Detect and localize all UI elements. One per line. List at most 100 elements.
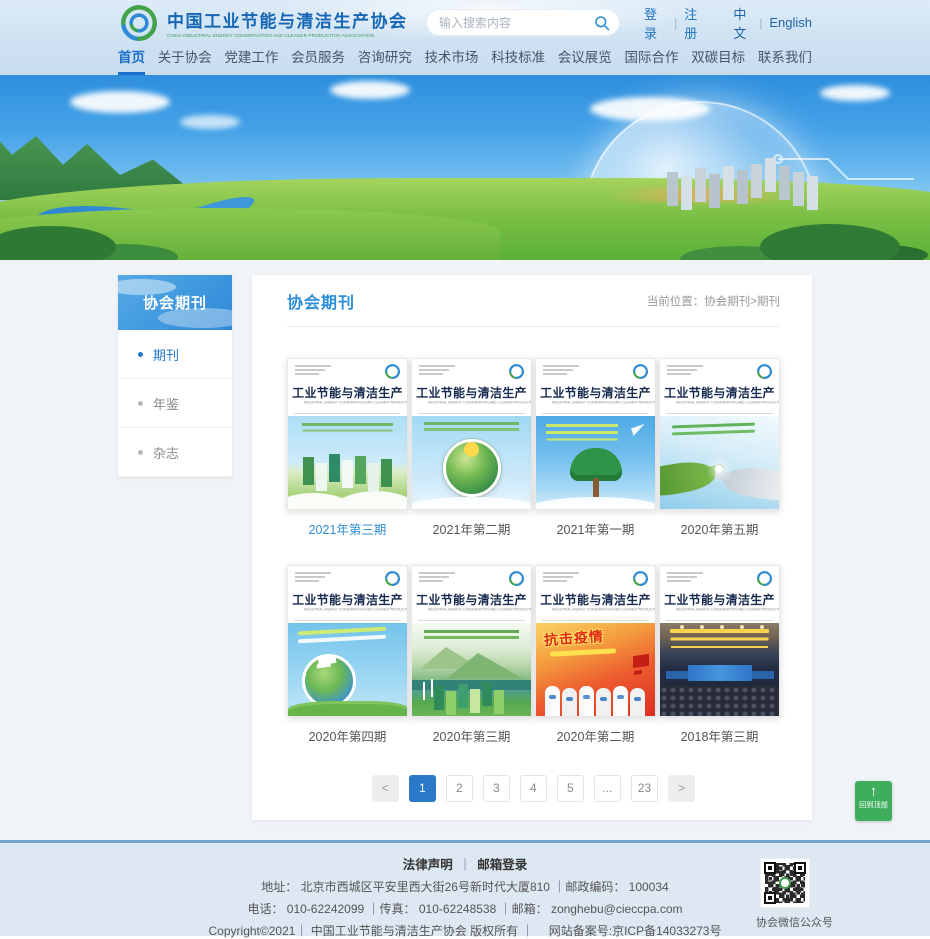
journal-cover-1[interactable]: 工业节能与清洁生产 INDUSTRIAL ENERGY CONSERVATION…	[411, 358, 532, 510]
journal-caption-0[interactable]: 2021年第三期	[287, 519, 408, 538]
cover-overlay-text: 抗击疫情	[543, 626, 604, 650]
pagination-page-23[interactable]: 23	[631, 775, 658, 802]
site-logo[interactable]: 中国工业节能与清洁生产协会 CHINA INDUSTRIAL ENERGY CO…	[118, 2, 426, 44]
journal-caption-1[interactable]: 2021年第二期	[411, 519, 532, 538]
back-to-top-label: 回到顶部	[857, 801, 890, 811]
cover-header: 工业节能与清洁生产 INDUSTRIAL ENERGY CONSERVATION…	[536, 359, 655, 416]
arrow-up-icon: ↑	[855, 784, 892, 800]
journal-cover-4[interactable]: 工业节能与清洁生产 INDUSTRIAL ENERGY CONSERVATION…	[287, 565, 408, 717]
pagination-page-1[interactable]: 1	[409, 775, 436, 802]
cover-art	[536, 416, 655, 509]
sidebar-item-2[interactable]: 杂志	[118, 428, 232, 477]
search-bar[interactable]	[426, 9, 620, 36]
cover-meta-lines	[667, 572, 703, 584]
search-icon[interactable]	[594, 15, 610, 31]
back-to-top-button[interactable]: ↑ 回到顶部	[855, 781, 892, 821]
cloud-shape	[180, 115, 240, 129]
journal-caption-6[interactable]: 2020年第二期	[535, 726, 656, 745]
cover-art: 抗击疫情	[536, 623, 655, 716]
cover-art	[412, 623, 531, 716]
cover-subtitle: INDUSTRIAL ENERGY CONSERVATION AND CLEAN…	[304, 401, 391, 404]
nav-item-8[interactable]: 国际合作	[625, 47, 679, 75]
journal-card-7: 工业节能与清洁生产 INDUSTRIAL ENERGY CONSERVATION…	[659, 565, 780, 745]
journal-caption-4[interactable]: 2020年第四期	[287, 726, 408, 745]
separator: ｜	[459, 858, 472, 872]
nav-item-10[interactable]: 联系我们	[758, 47, 812, 75]
cover-header: 工业节能与清洁生产 INDUSTRIAL ENERGY CONSERVATION…	[412, 566, 531, 623]
cover-header: 工业节能与清洁生产 INDUSTRIAL ENERGY CONSERVATION…	[288, 359, 407, 416]
pagination-next[interactable]: >	[668, 775, 695, 802]
cover-art	[288, 416, 407, 509]
journal-caption-5[interactable]: 2020年第三期	[411, 726, 532, 745]
journal-cover-2[interactable]: 工业节能与清洁生产 INDUSTRIAL ENERGY CONSERVATION…	[535, 358, 656, 510]
cover-title: 工业节能与清洁生产	[536, 591, 655, 608]
lang-en-link[interactable]: English	[769, 15, 812, 30]
journal-caption-7[interactable]: 2018年第三期	[659, 726, 780, 745]
pagination-page-2[interactable]: 2	[446, 775, 473, 802]
sidebar: 协会期刊 期刊年鉴杂志	[118, 275, 232, 477]
login-link[interactable]: 登录	[644, 4, 667, 42]
cover-subtitle: INDUSTRIAL ENERGY CONSERVATION AND CLEAN…	[676, 401, 763, 404]
journal-cover-7[interactable]: 工业节能与清洁生产 INDUSTRIAL ENERGY CONSERVATION…	[659, 565, 780, 717]
page-title: 协会期刊	[287, 289, 355, 313]
journal-card-1: 工业节能与清洁生产 INDUSTRIAL ENERGY CONSERVATION…	[411, 358, 532, 538]
cloud-shape	[330, 81, 410, 99]
nav-item-7[interactable]: 会议展览	[558, 47, 612, 75]
nav-item-0[interactable]: 首页	[118, 47, 145, 75]
cover-meta-lines	[667, 365, 703, 377]
journal-cover-3[interactable]: 工业节能与清洁生产 INDUSTRIAL ENERGY CONSERVATION…	[659, 358, 780, 510]
pagination-prev[interactable]: <	[372, 775, 399, 802]
nav-item-2[interactable]: 党建工作	[224, 47, 278, 75]
association-logo-icon	[508, 363, 525, 380]
journal-card-6: 工业节能与清洁生产 INDUSTRIAL ENERGY CONSERVATION…	[535, 565, 656, 745]
association-logo-icon	[632, 570, 649, 587]
sidebar-item-label: 杂志	[153, 443, 179, 462]
footer-link-mail-login[interactable]: 邮箱登录	[477, 858, 527, 872]
nav-item-6[interactable]: 科技标准	[491, 47, 545, 75]
cover-meta-lines	[295, 572, 331, 584]
sidebar-item-1[interactable]: 年鉴	[118, 379, 232, 428]
cover-subtitle: INDUSTRIAL ENERGY CONSERVATION AND CLEAN…	[552, 401, 639, 404]
main-content: 协会期刊 期刊年鉴杂志 协会期刊 当前位置：协会期刊>期刊 工业节能与清洁生产 …	[0, 260, 930, 840]
pagination-page-5[interactable]: 5	[557, 775, 584, 802]
sidebar-menu: 期刊年鉴杂志	[118, 330, 232, 477]
register-link[interactable]: 注册	[684, 4, 707, 42]
journal-caption-2[interactable]: 2021年第一期	[535, 519, 656, 538]
journal-cover-0[interactable]: 工业节能与清洁生产 INDUSTRIAL ENERGY CONSERVATION…	[287, 358, 408, 510]
cover-title: 工业节能与清洁生产	[288, 384, 407, 401]
nav-item-1[interactable]: 关于协会	[158, 47, 212, 75]
qr-center-logo-icon	[779, 877, 791, 889]
cover-header: 工业节能与清洁生产 INDUSTRIAL ENERGY CONSERVATION…	[536, 566, 655, 623]
association-logo-icon	[756, 570, 773, 587]
lang-zh-link[interactable]: 中文	[733, 4, 752, 42]
cover-header: 工业节能与清洁生产 INDUSTRIAL ENERGY CONSERVATION…	[660, 359, 779, 416]
separator: |	[674, 16, 677, 30]
journal-caption-3[interactable]: 2020年第五期	[659, 519, 780, 538]
association-logo-icon	[384, 363, 401, 380]
journal-cover-6[interactable]: 工业节能与清洁生产 INDUSTRIAL ENERGY CONSERVATION…	[535, 565, 656, 717]
cover-title: 工业节能与清洁生产	[412, 591, 531, 608]
journal-card-2: 工业节能与清洁生产 INDUSTRIAL ENERGY CONSERVATION…	[535, 358, 656, 538]
nav-item-3[interactable]: 会员服务	[291, 47, 345, 75]
pagination-page-...[interactable]: ...	[594, 775, 621, 802]
pagination-page-4[interactable]: 4	[520, 775, 547, 802]
association-logo-icon	[508, 570, 525, 587]
pagination-page-3[interactable]: 3	[483, 775, 510, 802]
wechat-qr-code	[760, 858, 810, 908]
site-footer: 法律声明｜邮箱登录 地址： 北京市西城区平安里西大街26号新时代大厦810 ｜邮…	[0, 840, 930, 936]
cover-header: 工业节能与清洁生产 INDUSTRIAL ENERGY CONSERVATION…	[412, 359, 531, 416]
cover-meta-lines	[543, 365, 579, 377]
nav-item-4[interactable]: 咨询研究	[358, 47, 412, 75]
nav-item-5[interactable]: 技术市场	[424, 47, 478, 75]
site-header: 中国工业节能与清洁生产协会 CHINA INDUSTRIAL ENERGY CO…	[0, 0, 930, 75]
sidebar-item-0[interactable]: 期刊	[118, 330, 232, 379]
hero-banner	[0, 75, 930, 260]
journal-card-0: 工业节能与清洁生产 INDUSTRIAL ENERGY CONSERVATION…	[287, 358, 408, 538]
footer-link-legal[interactable]: 法律声明	[403, 858, 453, 872]
search-input[interactable]	[439, 16, 594, 30]
cover-art	[288, 623, 407, 716]
cover-title: 工业节能与清洁生产	[660, 591, 779, 608]
nav-item-9[interactable]: 双碳目标	[691, 47, 745, 75]
sidebar-item-label: 年鉴	[153, 394, 179, 413]
journal-cover-5[interactable]: 工业节能与清洁生产 INDUSTRIAL ENERGY CONSERVATION…	[411, 565, 532, 717]
